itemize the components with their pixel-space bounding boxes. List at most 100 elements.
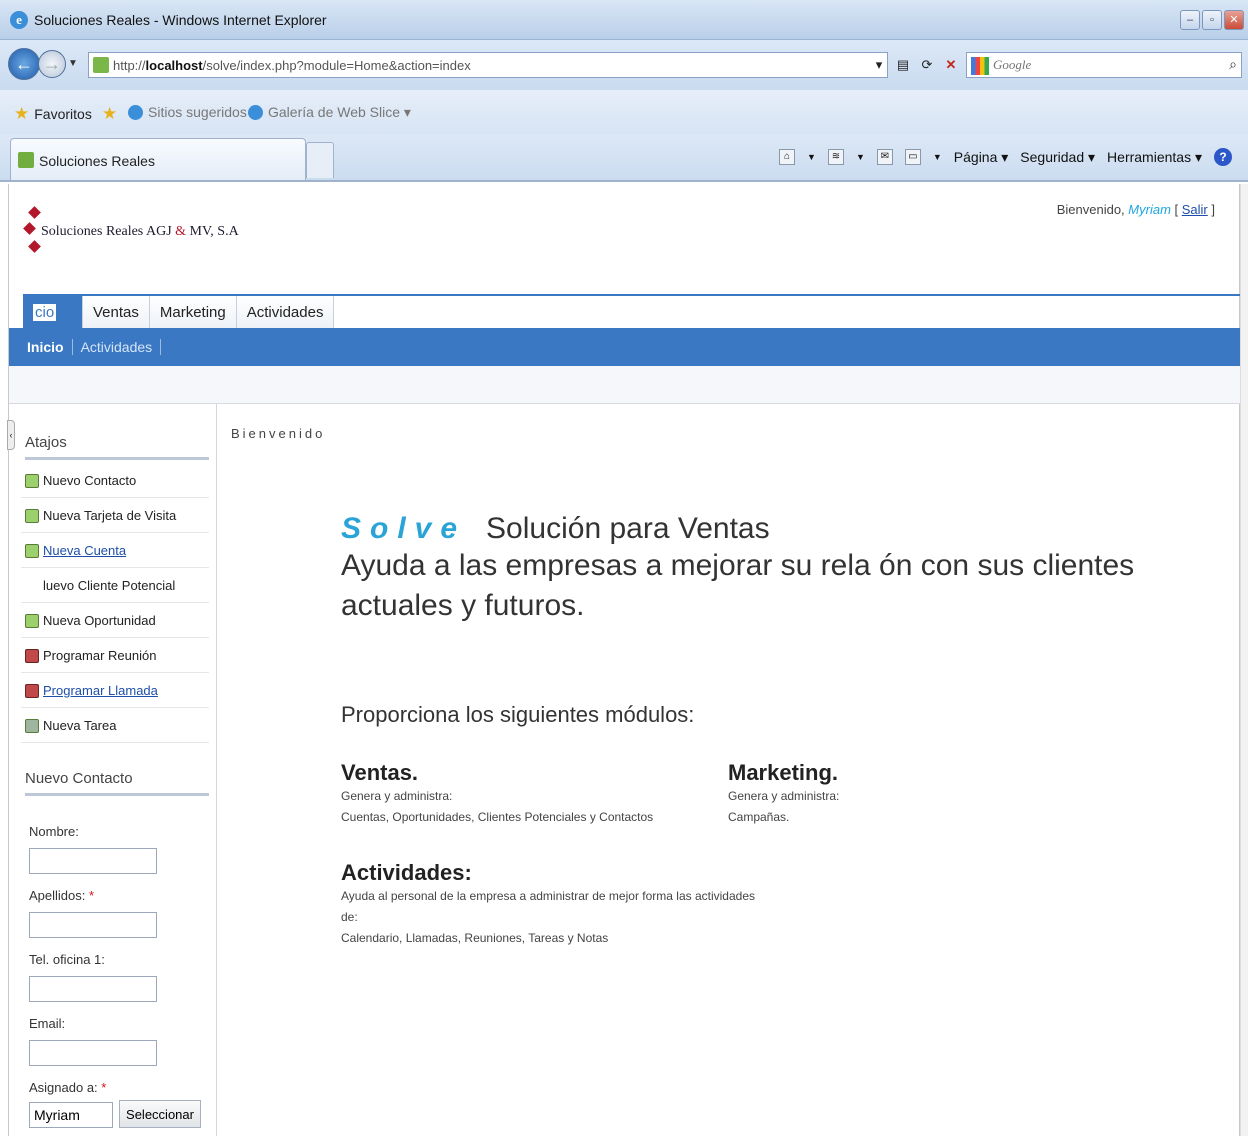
- search-input[interactable]: [993, 56, 1213, 74]
- toolbar-band: [9, 366, 1241, 404]
- site-favicon-icon: [18, 152, 34, 168]
- stop-icon[interactable]: ✕: [942, 55, 960, 75]
- page-viewport: Soluciones Reales AGJ & MV, S.A Bienveni…: [7, 184, 1243, 1136]
- subnav-inicio[interactable]: Inicio: [19, 339, 73, 355]
- suggested-sites-label: Sitios sugeridos ▾: [148, 104, 258, 120]
- shortcut-nuevo-cliente-potencial[interactable]: luevo Cliente Potencial: [21, 569, 209, 603]
- tab-marketing[interactable]: Marketing: [149, 296, 237, 328]
- tel-oficina-field[interactable]: [29, 976, 157, 1002]
- main-content: Bienvenido Solve Solución para Ventas Ayu…: [219, 404, 1239, 1136]
- home-dropdown-icon[interactable]: ▼: [807, 152, 816, 162]
- star-icon: ★: [14, 104, 30, 123]
- main-nav-tabs: cio Ventas Marketing Actividades: [23, 294, 1243, 328]
- hero-title: Solución para Ventas: [486, 512, 770, 545]
- call-icon: [25, 683, 39, 698]
- ie-icon: [128, 105, 143, 120]
- page-menu[interactable]: Página ▾: [954, 149, 1009, 166]
- print-dropdown-icon[interactable]: ▼: [933, 152, 942, 162]
- search-box[interactable]: ⌕: [966, 52, 1242, 78]
- back-button[interactable]: ←: [8, 48, 40, 80]
- feeds-icon[interactable]: ≋: [827, 149, 844, 165]
- module-title: Ventas.: [341, 760, 419, 785]
- module-line: Genera y administra:: [728, 789, 840, 803]
- asignado-field[interactable]: [29, 1102, 113, 1128]
- maximize-button[interactable]: ▫: [1202, 10, 1222, 30]
- shortcut-nuevo-contacto[interactable]: Nuevo Contacto: [21, 464, 209, 498]
- subnav-actividades[interactable]: Actividades: [73, 339, 162, 355]
- ie-icon: [248, 105, 263, 120]
- ie-logo-icon: e: [10, 11, 28, 29]
- account-icon: [25, 543, 39, 558]
- web-slice-label: Galería de Web Slice ▾: [268, 104, 411, 120]
- print-icon[interactable]: ▭: [904, 149, 921, 165]
- suggested-sites-button[interactable]: Sitios sugeridos ▾: [128, 104, 258, 121]
- shortcut-programar-reunion[interactable]: Programar Reunión: [21, 639, 209, 673]
- page-icon: [93, 57, 109, 73]
- add-favorite-button[interactable]: ★: [102, 104, 117, 124]
- minimize-button[interactable]: –: [1180, 10, 1200, 30]
- shortcut-programar-llamada[interactable]: Programar Llamada: [21, 674, 209, 708]
- mail-icon[interactable]: ✉: [876, 149, 893, 165]
- vertical-scrollbar[interactable]: [1240, 184, 1248, 1136]
- email-field[interactable]: [29, 1040, 157, 1066]
- forward-button[interactable]: →: [38, 50, 66, 78]
- security-menu[interactable]: Seguridad ▾: [1020, 149, 1095, 166]
- page-title: Bienvenido: [231, 426, 326, 441]
- url-text[interactable]: http://localhost/solve/index.php?module=…: [113, 58, 471, 73]
- shortcuts-title: Atajos: [25, 434, 209, 460]
- module-line: Genera y administra:: [341, 789, 453, 803]
- home-icon[interactable]: ⌂: [779, 149, 796, 165]
- tab-actividades[interactable]: Actividades: [236, 296, 335, 328]
- close-window-button[interactable]: ✕: [1224, 10, 1244, 30]
- add-favorite-icon: ★: [102, 104, 118, 123]
- company-logo[interactable]: Soluciones Reales AGJ & MV, S.A: [23, 204, 239, 260]
- command-bar: ⌂ ▼ ≋ ▼ ✉ ▭ ▼ Página ▾ Seguridad ▾ Herramie…: [779, 148, 1232, 166]
- tab-inicio[interactable]: cio: [23, 296, 83, 328]
- module-line: Calendario, Llamadas, Reuniones, Tareas …: [341, 931, 609, 945]
- url-dropdown-icon[interactable]: ▾: [870, 55, 888, 75]
- refresh-icon[interactable]: ⟳: [918, 55, 936, 75]
- module-line: Campañas.: [728, 810, 790, 824]
- sidebar-collapse-handle[interactable]: ‹: [7, 420, 15, 450]
- meeting-icon: [25, 648, 39, 663]
- opportunity-icon: [25, 613, 39, 628]
- user-name: Myriam: [1128, 202, 1171, 217]
- shortcut-nueva-oportunidad[interactable]: Nueva Oportunidad: [21, 604, 209, 638]
- email-label: Email:: [29, 1016, 66, 1031]
- hero-section: Solve Solución para Ventas Ayuda a las em…: [341, 512, 1141, 626]
- apellidos-field[interactable]: [29, 912, 157, 938]
- task-icon: [25, 718, 39, 733]
- new-tab-button[interactable]: [306, 142, 334, 178]
- sub-navigation: Inicio Actividades: [9, 328, 1241, 366]
- compatibility-view-icon[interactable]: ▤: [894, 55, 912, 75]
- google-icon: [971, 57, 989, 75]
- brand-name: Solve: [341, 512, 467, 545]
- history-dropdown-icon[interactable]: ▼: [68, 58, 78, 69]
- tab-soluciones-reales[interactable]: Soluciones Reales: [10, 138, 306, 180]
- logout-link[interactable]: Salir: [1182, 202, 1208, 217]
- window-controls: – ▫ ✕: [1180, 10, 1244, 30]
- select-user-button[interactable]: Seleccionar: [119, 1100, 201, 1128]
- favorites-bar: ★ Favoritos ★ Sitios sugeridos ▾ Galería…: [0, 90, 1248, 134]
- tab-ventas[interactable]: Ventas: [83, 296, 150, 328]
- tab-label: Soluciones Reales: [39, 153, 155, 169]
- shortcut-nueva-cuenta[interactable]: Nueva Cuenta: [21, 534, 209, 568]
- search-icon[interactable]: ⌕: [1229, 56, 1237, 73]
- url-field[interactable]: http://localhost/solve/index.php?module=…: [88, 52, 888, 78]
- nombre-field[interactable]: [29, 848, 157, 874]
- quick-create-title: Nuevo Contacto: [25, 770, 209, 796]
- company-name: Soluciones Reales AGJ & MV, S.A: [41, 224, 239, 239]
- contact-icon: [25, 473, 39, 488]
- help-icon[interactable]: ?: [1214, 148, 1232, 166]
- web-slice-gallery-button[interactable]: Galería de Web Slice ▾: [248, 104, 411, 121]
- favorites-button[interactable]: ★ Favoritos: [14, 104, 92, 124]
- tools-menu[interactable]: Herramientas ▾: [1107, 149, 1202, 166]
- shortcut-nueva-tarea[interactable]: Nueva Tarea: [21, 709, 209, 743]
- address-controls: ▾ ▤ ⟳ ✕: [870, 52, 960, 78]
- modules-intro: Proporciona los siguientes módulos:: [341, 702, 695, 727]
- shortcut-nueva-tarjeta[interactable]: Nueva Tarjeta de Visita: [21, 499, 209, 533]
- module-ventas: Ventas. Genera y administra: Cuentas, Op…: [341, 760, 741, 828]
- logo-mark-icon: [23, 204, 45, 260]
- feeds-dropdown-icon[interactable]: ▼: [856, 152, 865, 162]
- welcome-message: Bienvenido, Myriam [ Salir ]: [1056, 202, 1215, 217]
